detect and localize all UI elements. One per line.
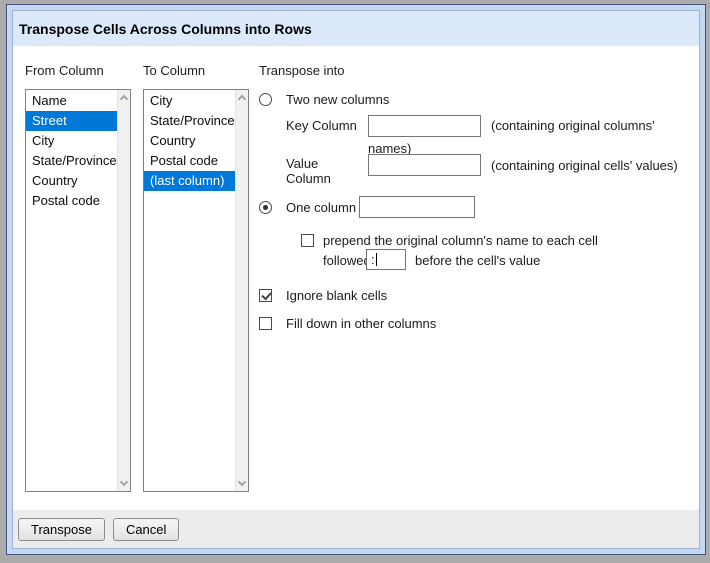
- from-column-list[interactable]: NameStreetCityState/ProvinceCountryPosta…: [25, 89, 131, 492]
- scroll-down-icon[interactable]: [120, 478, 128, 486]
- list-item[interactable]: State/Province: [144, 111, 235, 131]
- one-column-radio[interactable]: [259, 201, 272, 214]
- key-column-caption: (containing original columns': [491, 118, 655, 133]
- scrollbar[interactable]: [117, 90, 130, 491]
- list-item[interactable]: City: [144, 91, 235, 111]
- list-item[interactable]: City: [26, 131, 117, 151]
- dialog-header: Transpose Cells Across Columns into Rows: [13, 11, 699, 46]
- fill-down-checkbox[interactable]: [259, 317, 272, 330]
- dialog-title: Transpose Cells Across Columns into Rows: [19, 21, 312, 37]
- ignore-blank-cells-row: Ignore blank cells: [259, 287, 387, 303]
- scrollbar[interactable]: [235, 90, 248, 491]
- list-item[interactable]: Country: [26, 171, 117, 191]
- overlay-background: Transpose Cells Across Columns into Rows…: [0, 0, 710, 563]
- fill-down-label[interactable]: Fill down in other columns: [286, 316, 436, 331]
- to-column-label: To Column: [143, 63, 205, 78]
- value-column-label: Value Column: [286, 156, 366, 186]
- scroll-up-icon[interactable]: [120, 95, 128, 103]
- list-item[interactable]: Street: [26, 111, 117, 131]
- list-item[interactable]: Postal code: [144, 151, 235, 171]
- separator-value: :: [371, 252, 375, 267]
- key-column-label: Key Column: [286, 118, 357, 133]
- transpose-into-label: Transpose into: [259, 63, 345, 78]
- prepend-checkbox[interactable]: [301, 234, 314, 247]
- from-column-label: From Column: [25, 63, 104, 78]
- scroll-down-icon[interactable]: [238, 478, 246, 486]
- two-new-columns-radio[interactable]: [259, 93, 272, 106]
- list-item[interactable]: State/Province: [26, 151, 117, 171]
- ignore-blank-cells-checkbox[interactable]: [259, 289, 272, 302]
- value-column-input[interactable]: [368, 154, 481, 176]
- list-item[interactable]: Postal code: [26, 191, 117, 211]
- fill-down-row: Fill down in other columns: [259, 315, 436, 331]
- one-column-row: One column: [259, 199, 356, 215]
- scroll-up-icon[interactable]: [238, 95, 246, 103]
- two-new-columns-row: Two new columns: [259, 91, 389, 107]
- text-caret: [376, 253, 377, 266]
- two-new-columns-label[interactable]: Two new columns: [286, 92, 389, 107]
- prepend-row: prepend the original column's name to ea…: [301, 232, 598, 248]
- dialog-content: Transpose Cells Across Columns into Rows…: [12, 10, 700, 549]
- transpose-dialog: Transpose Cells Across Columns into Rows…: [6, 4, 706, 555]
- one-column-input[interactable]: [359, 196, 475, 218]
- cancel-button[interactable]: Cancel: [113, 518, 179, 541]
- before-value-label: before the cell's value: [415, 253, 540, 268]
- list-item[interactable]: Name: [26, 91, 117, 111]
- value-column-caption: (containing original cells' values): [491, 158, 678, 173]
- dialog-body: From Column To Column Transpose into Nam…: [13, 46, 699, 510]
- one-column-label[interactable]: One column: [286, 200, 356, 215]
- separator-input[interactable]: :: [366, 249, 406, 270]
- to-column-list[interactable]: CityState/ProvinceCountryPostal code(las…: [143, 89, 249, 492]
- list-item[interactable]: Country: [144, 131, 235, 151]
- transpose-button[interactable]: Transpose: [18, 518, 105, 541]
- list-item[interactable]: (last column): [144, 171, 235, 191]
- dialog-footer: Transpose Cancel: [13, 510, 699, 548]
- prepend-label[interactable]: prepend the original column's name to ea…: [323, 233, 598, 248]
- key-column-input[interactable]: [368, 115, 481, 137]
- ignore-blank-cells-label[interactable]: Ignore blank cells: [286, 288, 387, 303]
